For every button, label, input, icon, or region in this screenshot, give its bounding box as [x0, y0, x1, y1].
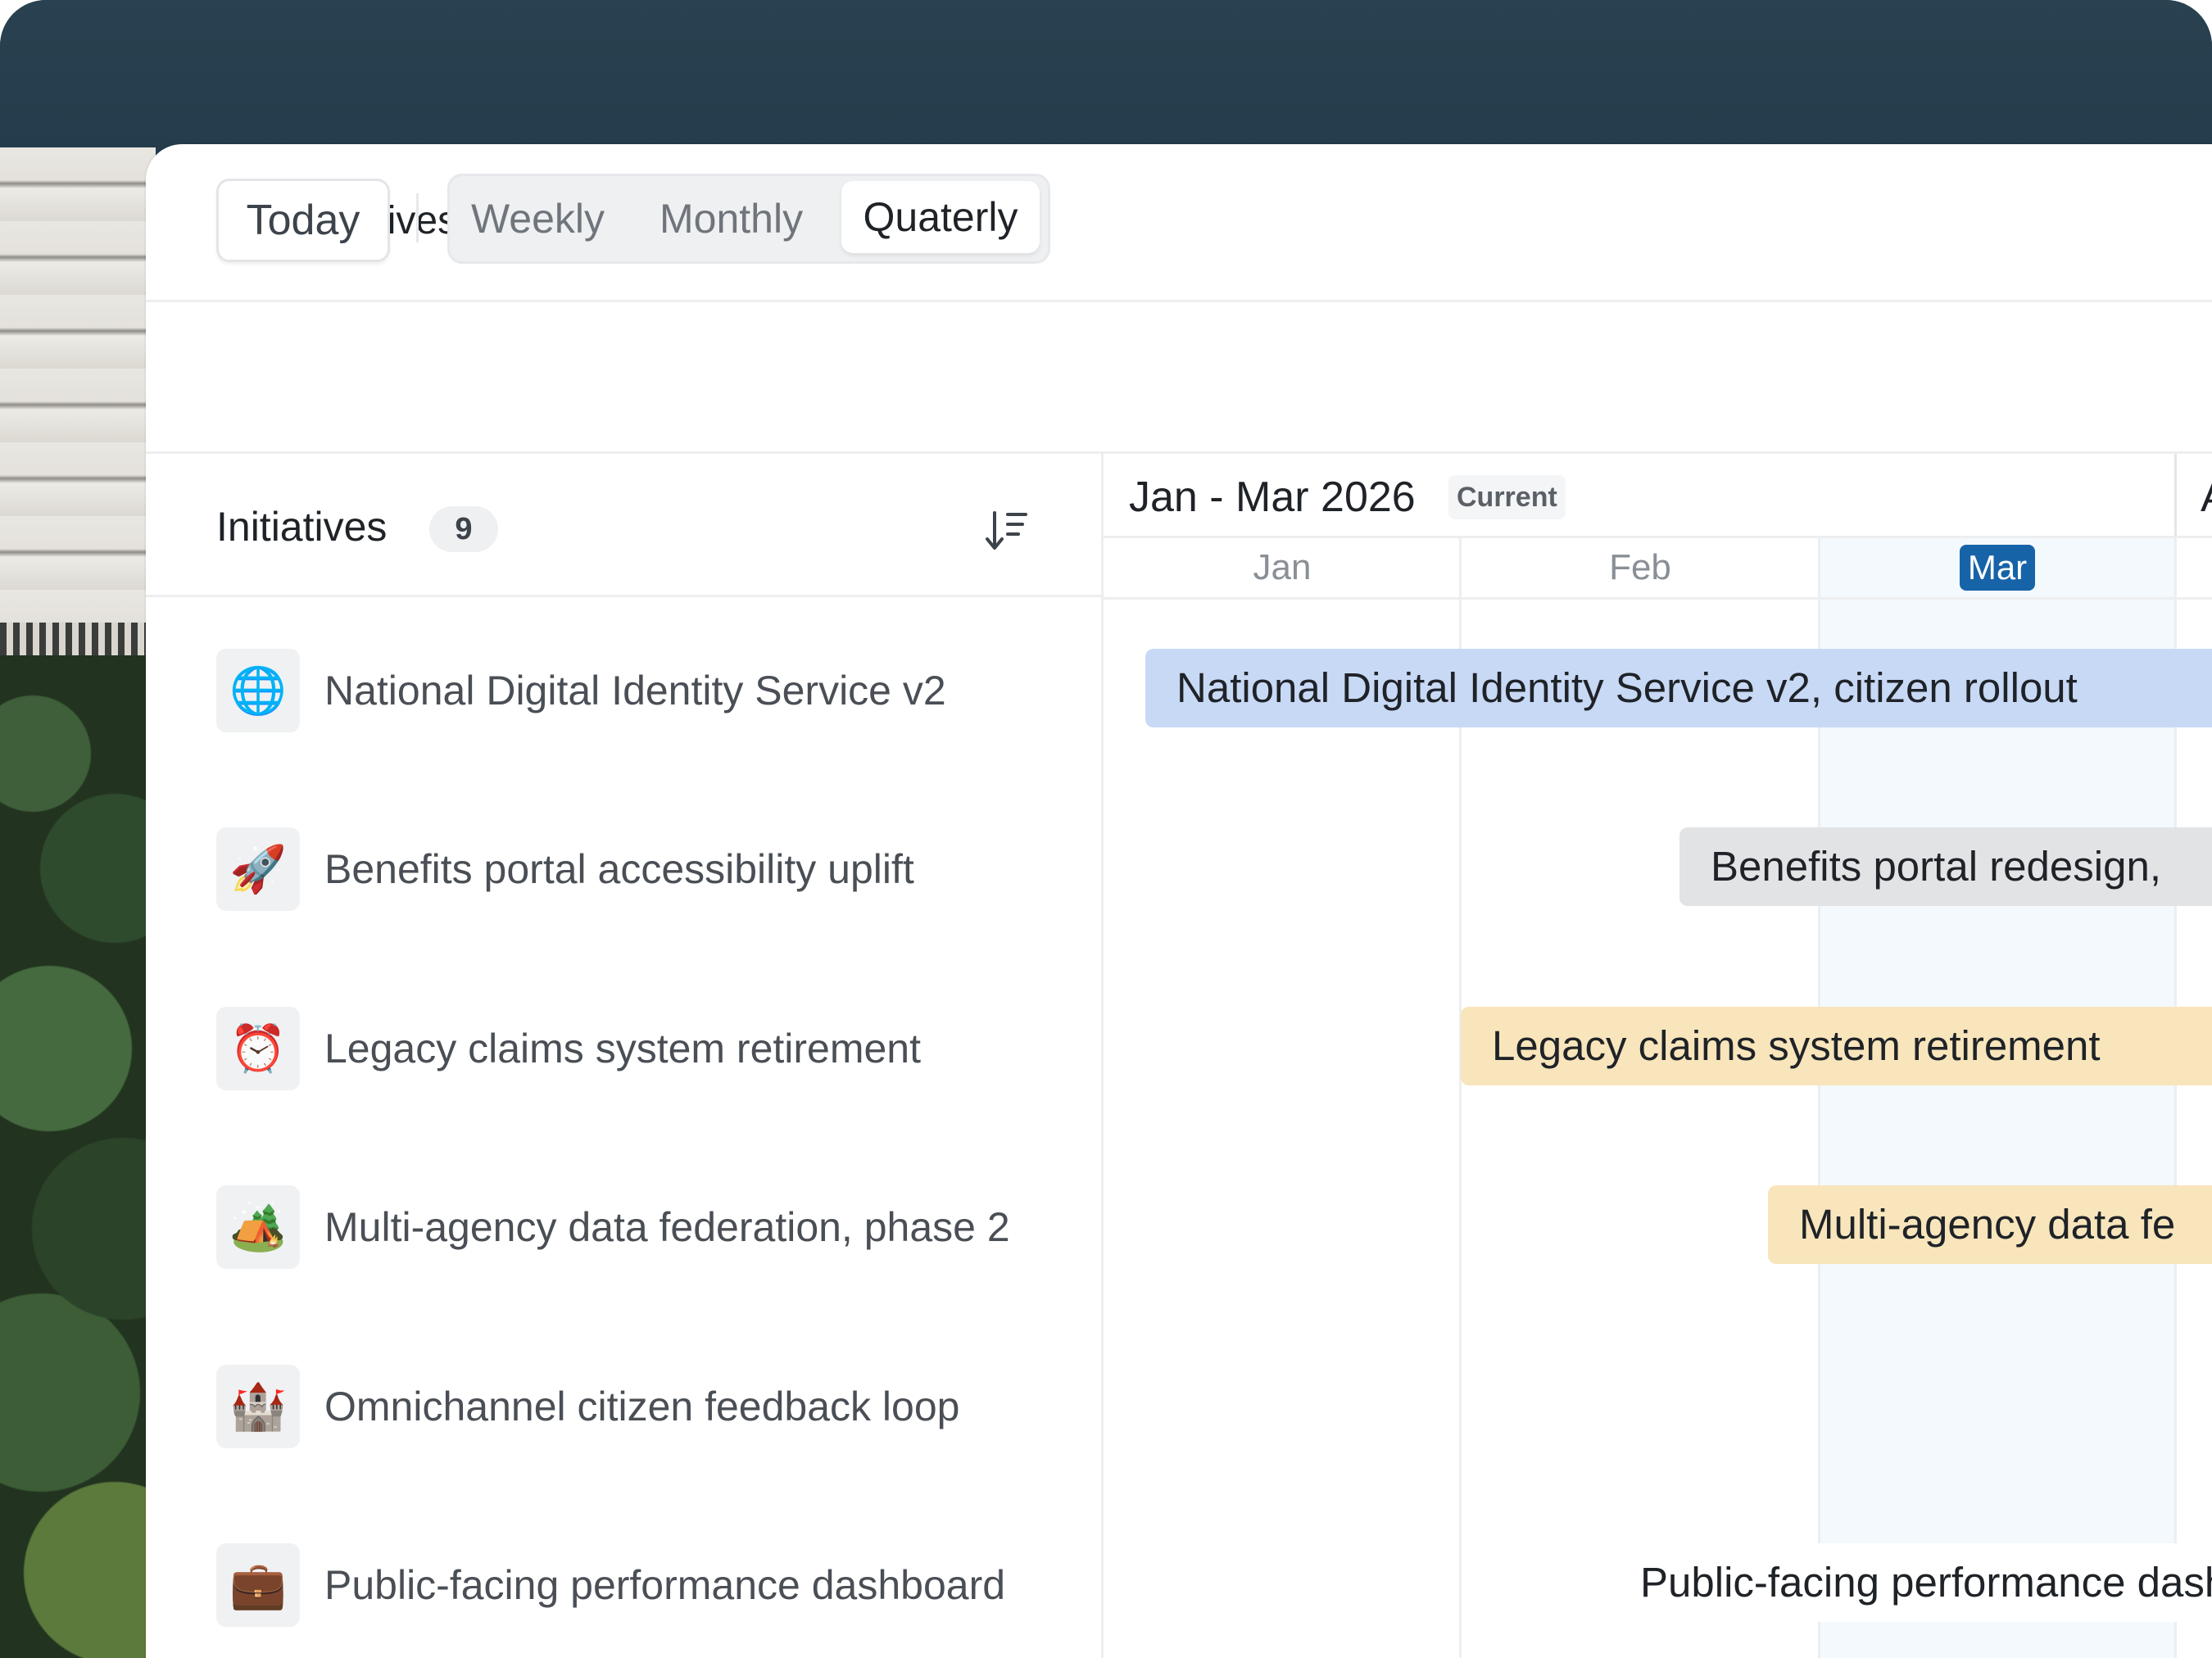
view-tab-monthly[interactable]: Monthly — [660, 176, 803, 261]
column-divider — [1101, 454, 1104, 1658]
view-tab-quarterly[interactable]: Quaterly — [841, 181, 1040, 253]
today-button[interactable]: Today — [216, 179, 390, 262]
view-switcher: Weekly Monthly Quaterly — [447, 174, 1050, 264]
list-item-label: Benefits portal accessibility uplift — [324, 846, 914, 892]
list-item[interactable]: ⏰ Legacy claims system retirement — [216, 1007, 1085, 1092]
list-item-label: Public-facing performance dashboard — [324, 1562, 1006, 1608]
month-mar: Mar — [1960, 545, 2035, 591]
briefcase-icon: 💼 — [216, 1543, 300, 1627]
list-item[interactable]: 🏰 Omnichannel citizen feedback loop — [216, 1365, 1085, 1450]
background-trees — [0, 655, 156, 1658]
timeline-bar[interactable]: Multi-agency data fe — [1768, 1185, 2212, 1264]
count-badge: 9 — [429, 506, 498, 552]
view-tab-weekly[interactable]: Weekly — [471, 176, 605, 261]
sort-icon[interactable] — [985, 508, 1029, 554]
timeline-bar[interactable]: Legacy claims system retirement — [1461, 1007, 2212, 1085]
alarm-clock-icon: ⏰ — [216, 1007, 300, 1090]
timeline-bar[interactable]: National Digital Identity Service v2, ci… — [1145, 649, 2212, 727]
list-item[interactable]: 🏕️ Multi-agency data federation, phase 2 — [216, 1185, 1085, 1271]
toolbar — [146, 302, 2212, 454]
globe-icon: 🌐 — [216, 649, 300, 732]
camping-icon: 🏕️ — [216, 1185, 300, 1269]
list-title: Initiatives — [216, 504, 388, 550]
toolbar-divider — [416, 193, 419, 242]
timeline-bar[interactable]: Benefits portal redesign, — [1679, 827, 2212, 906]
next-quarter-divider — [2174, 454, 2177, 536]
list-item-label: Omnichannel citizen feedback loop — [324, 1384, 960, 1429]
list-item[interactable]: 💼 Public-facing performance dashboard — [216, 1543, 1085, 1629]
current-badge: Current — [1448, 475, 1566, 519]
list-item[interactable]: 🚀 Benefits portal accessibility uplift — [216, 827, 1085, 913]
list-item-label: National Digital Identity Service v2 — [324, 668, 946, 713]
next-quarter-label: A — [2201, 470, 2212, 524]
rocket-icon: 🚀 — [216, 827, 300, 911]
background-building — [0, 147, 156, 672]
month-feb: Feb — [1609, 547, 1671, 587]
list-item-label: Legacy claims system retirement — [324, 1026, 922, 1071]
list-item-label: Multi-agency data federation, phase 2 — [324, 1204, 1010, 1250]
background-sky — [0, 0, 2212, 156]
list-item[interactable]: 🌐 National Digital Identity Service v2 — [216, 649, 1085, 734]
timeline-range-label: Jan - Mar 2026 — [1129, 473, 1416, 521]
castle-icon: 🏰 — [216, 1365, 300, 1448]
month-jan: Jan — [1253, 547, 1312, 587]
timeline-bar[interactable]: Public-facing performance dashb — [1547, 1543, 2212, 1622]
app-window: Initiatives Today Weekly Monthly Quaterl… — [146, 144, 2212, 1658]
